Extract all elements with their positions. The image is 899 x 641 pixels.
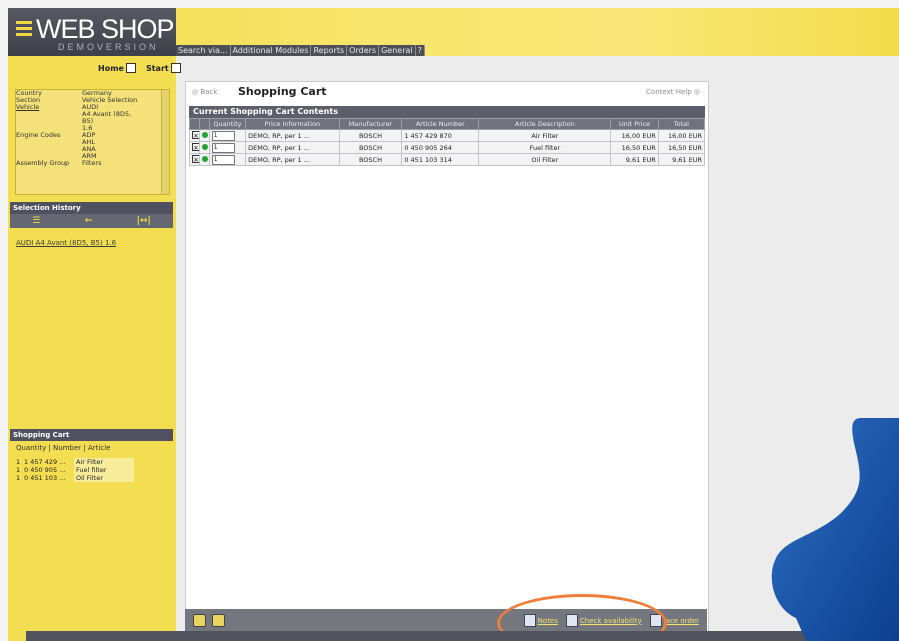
main-content: ◎ Back Shopping Cart Context Help ◎ Curr…	[185, 81, 709, 633]
col-manufacturer: Manufacturer	[338, 118, 403, 130]
cart-list: 11 457 429 ... Air Filter 10 450 905 ... F…	[16, 458, 146, 482]
manufacturer: BOSCH	[338, 129, 403, 142]
cart-item[interactable]: 10 451 103 ... Oil Filter	[16, 474, 146, 482]
manufacturer: BOSCH	[338, 153, 403, 166]
cart-item[interactable]: 11 457 429 ... Air Filter	[16, 458, 146, 466]
col-remove	[189, 118, 200, 130]
nav-general[interactable]: General	[379, 45, 416, 56]
history-title: Selection History	[10, 202, 173, 214]
history-link[interactable]: AUDI A4 Avant (8D5, B5) 1.6	[16, 239, 116, 247]
left-panel: Home Start Country Germany Section Vehicle…	[8, 56, 181, 641]
expand-icon[interactable]: |↔|	[137, 216, 151, 226]
bottom-left-tools	[193, 614, 225, 627]
vehicle-row: Assembly Group Filters	[16, 159, 102, 167]
description: Oil Filter	[478, 153, 612, 166]
logo-text: WEB SHOP	[36, 14, 175, 44]
nav-modules[interactable]: Additional Modules	[231, 45, 312, 56]
status-dot-icon	[198, 153, 210, 166]
table-title: Current Shopping Cart Contents	[189, 106, 705, 118]
context-help-link[interactable]: Context Help ◎	[646, 88, 700, 96]
manufacturer: BOSCH	[338, 141, 403, 154]
puzzle-piece-graphic	[771, 418, 899, 641]
description: Air Filter	[478, 129, 612, 142]
start-link[interactable]: Start	[146, 63, 181, 73]
total: 16,50 EUR	[657, 141, 706, 154]
menu-icon	[16, 21, 32, 36]
table-header-row: Quantity Price Information Manufacturer …	[189, 118, 706, 130]
total: 16,00 EUR	[657, 129, 706, 142]
nav-reports[interactable]: Reports	[311, 45, 348, 56]
status-dot-icon	[198, 141, 210, 154]
table-row: ✕ 1 DEMO, RP, per 1 ... BOSCH 0 450 905 …	[189, 141, 706, 154]
status-dot-icon	[198, 129, 210, 142]
description: Fuel filter	[478, 141, 612, 154]
logo-subtitle: DEMOVERSION	[58, 42, 159, 52]
cart-columns: Quantity | Number | Article	[16, 444, 111, 452]
nav-search[interactable]: Search via...	[176, 45, 231, 56]
col-total: Total	[657, 118, 706, 130]
cart-title: Shopping Cart	[10, 429, 173, 441]
home-icon	[125, 63, 136, 73]
vehicle-info: Country Germany Section Vehicle Selection …	[15, 89, 170, 195]
cart-item[interactable]: 10 450 905 ... Fuel filter	[16, 466, 146, 474]
top-nav: Search via... Additional Modules Reports…	[176, 45, 425, 56]
quantity-input[interactable]: 1	[208, 129, 247, 142]
quantity-input[interactable]: 1	[208, 141, 247, 154]
header: WEB SHOP DEMOVERSION Search via... Addit…	[8, 8, 899, 56]
article-number: 0 450 905 264	[401, 141, 480, 154]
back-link[interactable]: ◎ Back	[192, 88, 217, 96]
home-link[interactable]: Home	[98, 63, 136, 73]
total: 9,61 EUR	[657, 153, 706, 166]
article-number: 0 451 103 314	[401, 153, 480, 166]
price-info[interactable]: DEMO, RP, per 1 ...	[245, 129, 340, 142]
col-description: Article Description	[478, 118, 612, 130]
start-icon	[170, 63, 181, 73]
home-start-row: Home Start	[98, 63, 181, 73]
page-title: Shopping Cart	[238, 85, 327, 98]
remove-icon[interactable]: ✕	[189, 141, 200, 154]
price-info[interactable]: DEMO, RP, per 1 ...	[245, 153, 340, 166]
vehicle-row: B5)	[82, 117, 94, 125]
remove-icon[interactable]: ✕	[189, 153, 200, 166]
refresh-icon[interactable]	[193, 614, 206, 627]
app-window: WEB SHOP DEMOVERSION Search via... Addit…	[8, 8, 899, 641]
article-number: 1 457 429 870	[401, 129, 480, 142]
unit-price: 16,50 EUR	[610, 141, 659, 154]
vehicle-scrollbar[interactable]	[161, 90, 169, 194]
table-row: ✕ 1 DEMO, RP, per 1 ... BOSCH 0 451 103 …	[189, 153, 706, 166]
nav-help[interactable]: ?	[416, 45, 425, 56]
cart-table: Quantity Price Information Manufacturer …	[189, 118, 706, 166]
back-arrow-icon[interactable]: ←	[85, 216, 93, 226]
nav-orders[interactable]: Orders	[347, 45, 380, 56]
col-unit-price: Unit Price	[610, 118, 659, 130]
price-info[interactable]: DEMO, RP, per 1 ...	[245, 141, 340, 154]
print-icon[interactable]	[212, 614, 225, 627]
table-row: ✕ 1 DEMO, RP, per 1 ... BOSCH 1 457 429 …	[189, 129, 706, 142]
history-toolbar: ☰ ← |↔|	[10, 214, 173, 228]
remove-icon[interactable]: ✕	[189, 129, 200, 142]
unit-price: 9,61 EUR	[610, 153, 659, 166]
col-status	[198, 118, 210, 130]
list-icon[interactable]: ☰	[32, 216, 40, 226]
unit-price: 16,00 EUR	[610, 129, 659, 142]
logo: WEB SHOP DEMOVERSION	[8, 8, 176, 56]
col-quantity: Quantity	[208, 118, 247, 130]
quantity-input[interactable]: 1	[208, 153, 247, 166]
col-price-info: Price Information	[245, 118, 340, 130]
col-article-number: Article Number	[401, 118, 480, 130]
